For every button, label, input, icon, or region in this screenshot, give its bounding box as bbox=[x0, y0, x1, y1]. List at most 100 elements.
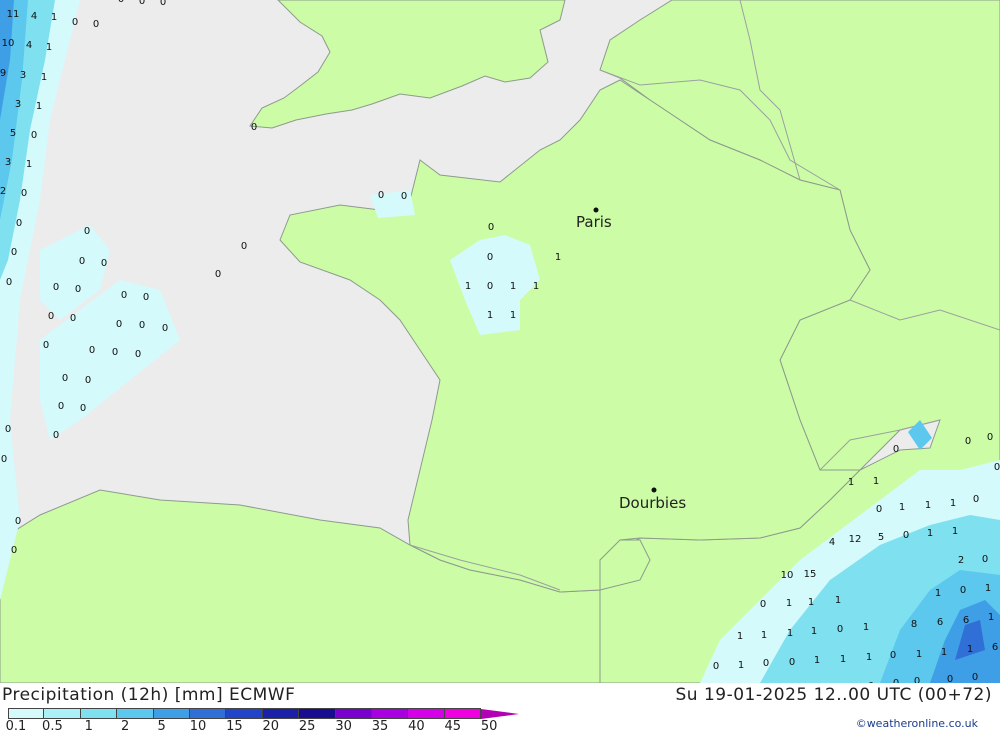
legend-tick: 50 bbox=[480, 719, 498, 734]
legend-tick: 30 bbox=[335, 719, 352, 734]
precip-value: 3 bbox=[5, 157, 11, 168]
precip-value: 1 bbox=[787, 628, 793, 639]
legend-swatch bbox=[371, 708, 409, 719]
legend-swatch bbox=[444, 708, 482, 719]
precip-value: 4 bbox=[829, 537, 835, 548]
precip-value: 0 bbox=[713, 661, 719, 672]
precip-value: 1 bbox=[487, 310, 493, 321]
precip-value: 0 bbox=[378, 190, 384, 201]
precip-value: 1 bbox=[925, 500, 931, 511]
precip-value: 1 bbox=[950, 498, 956, 509]
precip-value: 1 bbox=[952, 526, 958, 537]
precip-value: 0 bbox=[251, 122, 257, 133]
precip-value: 0 bbox=[143, 292, 149, 303]
precip-value: 0 bbox=[965, 436, 971, 447]
legend-tick: 1 bbox=[84, 719, 93, 734]
precip-value: 4 bbox=[26, 40, 32, 51]
precip-value: 0 bbox=[982, 554, 988, 565]
legend-tick: 0.1 bbox=[5, 719, 27, 734]
precip-value: 0 bbox=[112, 347, 118, 358]
precip-value: 1 bbox=[985, 583, 991, 594]
legend-swatch bbox=[408, 708, 445, 719]
precip-value: 0 bbox=[75, 284, 81, 295]
credit-link[interactable]: ©weatheronline.co.uk bbox=[856, 717, 978, 730]
paris-label: Paris bbox=[576, 213, 612, 231]
precip-value: 0 bbox=[84, 226, 90, 237]
precip-value: 0 bbox=[72, 17, 78, 28]
precip-value: 0 bbox=[58, 401, 64, 412]
precip-value: 4 bbox=[31, 11, 37, 22]
precip-value: 1 bbox=[26, 159, 32, 170]
precip-value: 0 bbox=[893, 444, 899, 455]
precip-value: 0 bbox=[31, 130, 37, 141]
precip-value: 12 bbox=[849, 534, 862, 545]
map-timestamp: Su 19-01-2025 12..00 UTC (00+72) bbox=[675, 685, 992, 705]
precip-value: 1 bbox=[465, 281, 471, 292]
legend-swatch bbox=[8, 708, 45, 719]
precip-value: 0 bbox=[914, 676, 920, 683]
precip-value: 0 bbox=[401, 191, 407, 202]
precip-value: 0 bbox=[890, 650, 896, 661]
legend-tick: 20 bbox=[262, 719, 280, 734]
precip-value: 0 bbox=[21, 188, 27, 199]
precip-value: 0 bbox=[85, 375, 91, 386]
precip-value: 0 bbox=[960, 585, 966, 596]
precip-value: 2 bbox=[0, 186, 6, 197]
legend-tick: 15 bbox=[226, 719, 243, 734]
precip-value: 1 bbox=[786, 598, 792, 609]
dourbies-marker bbox=[651, 487, 657, 493]
precip-value: 9 bbox=[0, 68, 6, 79]
precip-value: 1 bbox=[873, 476, 879, 487]
precip-value: 0 bbox=[16, 218, 22, 229]
precip-value: 10 bbox=[2, 38, 15, 49]
legend-tick: 0.5 bbox=[42, 719, 63, 734]
precip-value: 0 bbox=[89, 345, 95, 356]
precipitation-map: Paris Dourbies 11 4 1 010 4 19 3 13 15 03 12 000000… bbox=[0, 0, 1000, 683]
paris-marker bbox=[593, 207, 599, 213]
precip-value: 1 bbox=[510, 281, 516, 292]
legend-swatch bbox=[226, 708, 263, 719]
precip-value: 0 bbox=[6, 277, 12, 288]
precip-value: 1 bbox=[808, 597, 814, 608]
precip-value: 0 bbox=[139, 320, 145, 331]
precip-value: 1 bbox=[761, 630, 767, 641]
precip-value: 1 bbox=[935, 588, 941, 599]
precip-value: 0 bbox=[1, 454, 7, 465]
precip-value: 1 bbox=[533, 281, 539, 292]
legend-swatch bbox=[262, 708, 300, 719]
precip-value: 0 bbox=[487, 252, 493, 263]
legend-tick: 25 bbox=[298, 719, 316, 734]
precip-value: 1 bbox=[988, 612, 994, 623]
precip-value: 0 bbox=[62, 373, 68, 384]
precip-value: 0 bbox=[116, 319, 122, 330]
precip-value: 0 bbox=[15, 516, 21, 527]
precip-value: 1 bbox=[737, 631, 743, 642]
precip-value: 6 bbox=[992, 642, 998, 653]
legend-swatch bbox=[44, 708, 81, 719]
precip-value: 0 bbox=[79, 256, 85, 267]
precip-value: 0 bbox=[987, 432, 993, 443]
precip-value: 1 bbox=[866, 652, 872, 663]
color-scale-legend bbox=[8, 708, 520, 719]
precip-value: 1 bbox=[738, 660, 744, 671]
precip-value: 1 bbox=[814, 655, 820, 666]
precip-value: 1 bbox=[36, 101, 42, 112]
precip-value: 1 bbox=[927, 528, 933, 539]
legend-swatch bbox=[153, 708, 190, 719]
precip-value: 3 bbox=[20, 70, 26, 81]
precip-value: 0 bbox=[5, 424, 11, 435]
legend-tick: 35 bbox=[371, 719, 389, 734]
precip-value: 1 bbox=[510, 310, 516, 321]
precip-value: 1 bbox=[835, 595, 841, 606]
legend-tick: 40 bbox=[408, 719, 425, 734]
precip-value: 1 bbox=[840, 654, 846, 665]
precip-value: 0 bbox=[160, 0, 166, 8]
legend-swatch bbox=[80, 708, 118, 719]
precip-value: 0 bbox=[53, 282, 59, 293]
precip-value: 0 bbox=[973, 494, 979, 505]
precip-value: 0 bbox=[789, 657, 795, 668]
dourbies-label: Dourbies bbox=[619, 494, 686, 512]
precip-value: 1 bbox=[967, 644, 973, 655]
precip-value: 1 bbox=[941, 647, 947, 658]
legend-tick: 10 bbox=[189, 719, 207, 734]
